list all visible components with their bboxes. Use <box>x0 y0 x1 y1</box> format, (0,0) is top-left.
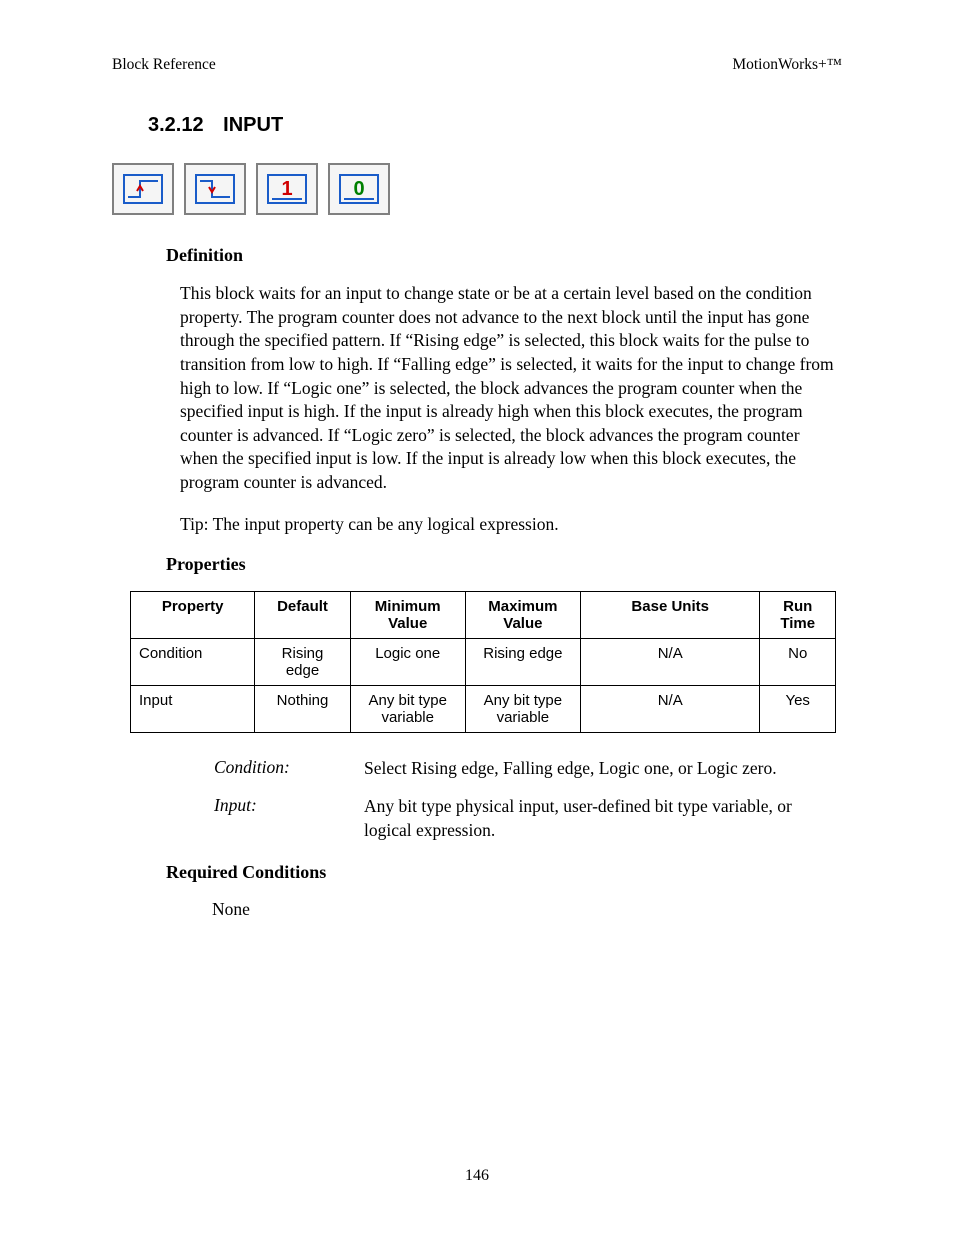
col-runtime: Run Time <box>760 592 836 639</box>
definition-text: This block waits for an input to change … <box>180 282 838 495</box>
page-number: 146 <box>0 1167 954 1185</box>
header-right: MotionWorks+™ <box>732 56 842 74</box>
definition-term: Condition: <box>214 757 364 781</box>
col-min: Minimum Value <box>350 592 465 639</box>
svg-text:0: 0 <box>353 178 364 200</box>
required-conditions-text: None <box>212 899 842 920</box>
running-header: Block Reference MotionWorks+™ <box>112 56 842 74</box>
cell: Any bit type variable <box>350 686 465 733</box>
properties-heading: Properties <box>166 554 842 575</box>
definition-tip: Tip: The input property can be any logic… <box>180 513 838 537</box>
icon-row: 1 0 <box>112 163 842 215</box>
definition-heading: Definition <box>166 245 842 266</box>
svg-text:1: 1 <box>281 178 292 200</box>
col-units: Base Units <box>580 592 759 639</box>
header-left: Block Reference <box>112 56 216 74</box>
falling-edge-icon <box>184 163 246 215</box>
property-definitions: Condition: Select Rising edge, Falling e… <box>214 757 842 842</box>
definition-term: Input: <box>214 795 364 842</box>
table-header-row: Property Default Minimum Value Maximum V… <box>131 592 836 639</box>
cell: Logic one <box>350 639 465 686</box>
col-max: Maximum Value <box>465 592 580 639</box>
table-row: Condition Rising edge Logic one Rising e… <box>131 639 836 686</box>
cell: Any bit type variable <box>465 686 580 733</box>
section-number: 3.2.12 <box>148 114 204 136</box>
cell: Condition <box>131 639 255 686</box>
cell: Yes <box>760 686 836 733</box>
cell: Rising edge <box>465 639 580 686</box>
section-title: 3.2.12 INPUT <box>148 114 842 137</box>
cell: N/A <box>580 639 759 686</box>
col-default: Default <box>255 592 350 639</box>
cell: Rising edge <box>255 639 350 686</box>
definition-row: Condition: Select Rising edge, Falling e… <box>214 757 842 781</box>
cell: No <box>760 639 836 686</box>
page: Block Reference MotionWorks+™ 3.2.12 INP… <box>0 0 954 1235</box>
table-row: Input Nothing Any bit type variable Any … <box>131 686 836 733</box>
definition-row: Input: Any bit type physical input, user… <box>214 795 842 842</box>
logic-one-icon: 1 <box>256 163 318 215</box>
properties-table: Property Default Minimum Value Maximum V… <box>130 591 836 733</box>
rising-edge-icon <box>112 163 174 215</box>
required-conditions-heading: Required Conditions <box>166 862 842 883</box>
cell: N/A <box>580 686 759 733</box>
cell: Nothing <box>255 686 350 733</box>
cell: Input <box>131 686 255 733</box>
logic-zero-icon: 0 <box>328 163 390 215</box>
col-property: Property <box>131 592 255 639</box>
section-name: INPUT <box>223 114 283 136</box>
definition-desc: Select Rising edge, Falling edge, Logic … <box>364 757 842 781</box>
definition-desc: Any bit type physical input, user-define… <box>364 795 842 842</box>
